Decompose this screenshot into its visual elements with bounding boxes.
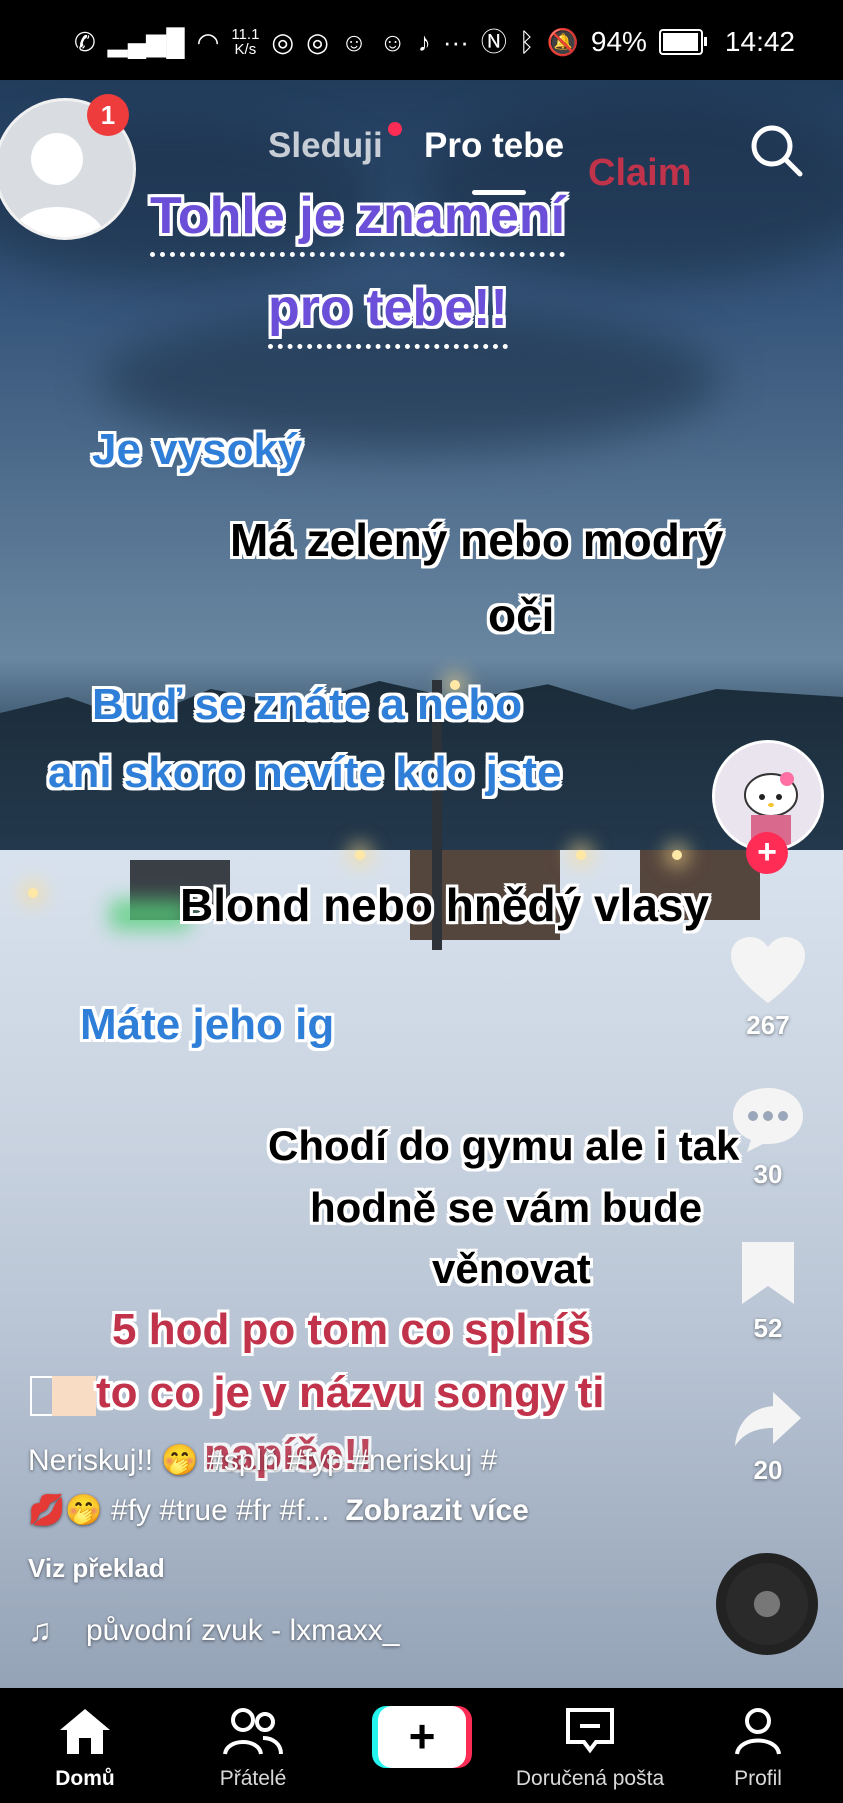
signal-icon: ▂▄▆█ [107, 27, 185, 57]
nav-profile-label: Profil [734, 1767, 782, 1790]
like-count: 267 [746, 1010, 790, 1040]
lamp [672, 850, 682, 860]
snapchat-icon: ☺ [340, 27, 368, 57]
plus-icon: + [378, 1706, 466, 1768]
overlay-line-eyes: Má zelený nebo modrý [230, 514, 724, 566]
overlay-line-song: to co je v názvu songy ti [96, 1368, 605, 1417]
overlay-line-know-2: ani skoro nevíte kdo jste [48, 748, 562, 797]
nav-home-label: Domů [55, 1767, 115, 1790]
video-caption[interactable]: Neriskuj!! 🤭 #splň #fyp #neriskuj # 💋🤭 #… [28, 1436, 648, 1536]
share-button[interactable]: 20 [722, 1388, 814, 1486]
lamp [28, 888, 38, 898]
share-count: 20 [753, 1455, 783, 1485]
net-speed-unit: K/s [234, 41, 257, 58]
clock: 14:42 [724, 26, 795, 57]
overlay-title-line1: Tohle je znamení [150, 186, 566, 257]
overlay-line-tall: Je vysoký [92, 425, 303, 474]
more-notifications-icon: ··· [442, 27, 469, 57]
save-count: 52 [753, 1313, 783, 1343]
bluetooth-icon: ᛒ [518, 27, 535, 57]
nav-home[interactable]: Domů [0, 1706, 170, 1791]
home-icon [60, 1709, 110, 1754]
comment-icon [733, 1088, 803, 1152]
follow-button[interactable]: + [746, 832, 788, 874]
overlay-line-hours: 5 hod po tom co splníš [112, 1305, 592, 1354]
overlay-line-know: Buď se znáte a nebo [92, 680, 523, 729]
nfc-icon: Ⓝ [480, 27, 507, 57]
emoji-placeholder-icon [30, 1376, 54, 1416]
sound-label: původní zvuk - lxmaxx_ [86, 1613, 400, 1647]
translate-link[interactable]: Viz překlad [28, 1553, 165, 1584]
nav-friends[interactable]: Přátelé [168, 1706, 338, 1791]
caption-line2-text: 💋🤭 #fy #true #fr #f... [28, 1494, 330, 1527]
overlay-title-line2: pro tebe!! [268, 278, 508, 349]
following-dot [388, 122, 402, 136]
status-bar: ✆ ▂▄▆█ ◠ 11.1 K/s ◎ ◎ ☺ ☺ ♪ ··· Ⓝ ᛒ 🔕 94… [0, 0, 843, 80]
music-disc[interactable] [716, 1553, 818, 1655]
nav-friends-label: Přátelé [219, 1767, 287, 1790]
comment-count: 30 [753, 1159, 783, 1189]
battery-icon [658, 29, 707, 55]
status-icons: ✆ ▂▄▆█ ◠ 11.1 K/s ◎ ◎ ☺ ☺ ♪ ··· Ⓝ ᛒ 🔕 94… [74, 22, 795, 62]
nav-inbox[interactable]: Doručená pošta [505, 1706, 675, 1791]
green-light [110, 900, 190, 930]
snapchat-icon-2: ☺ [379, 27, 406, 57]
create-button[interactable]: + [372, 1706, 472, 1768]
overlay-line-gym-2: hodně se vám bude [310, 1184, 703, 1231]
search-icon[interactable] [748, 122, 804, 178]
overlay-line-hair: Blond nebo hnědý vlasy [180, 879, 710, 931]
tab-following[interactable]: Sleduji [268, 126, 383, 166]
share-arrow-icon [735, 1392, 801, 1446]
tiktok-icon: ♪ [417, 27, 431, 57]
show-more-link[interactable]: Zobrazit více [345, 1494, 528, 1527]
caption-line1: Neriskuj!! 🤭 #splň #fyp #neriskuj # [28, 1444, 498, 1477]
sound-row[interactable]: ♫ původní zvuk - lxmaxx_ [28, 1612, 399, 1649]
lamp [576, 850, 586, 860]
bookmark-icon [742, 1242, 794, 1304]
nav-profile[interactable]: Profil [673, 1706, 843, 1791]
notification-badge: 1 [87, 94, 129, 136]
messenger-icon: ◎ [271, 27, 295, 57]
bottom-navigation: Domů Přátelé + Doručená pošta Profil [0, 1688, 843, 1803]
overlay-line-gym-3: věnovat [432, 1245, 591, 1292]
emoji-hand-icon [52, 1376, 96, 1416]
inbox-icon [566, 1708, 614, 1754]
music-note-icon: ♫ [28, 1612, 52, 1648]
mute-icon: 🔕 [546, 27, 579, 57]
caption-line2: 💋🤭 #fy #true #fr #f... Zobrazit více [28, 1486, 648, 1536]
messenger-icon-2: ◎ [306, 27, 329, 57]
claim-label: Claim [588, 152, 692, 194]
wifi-icon: ◠ [196, 27, 220, 57]
comment-button[interactable]: 30 [722, 1084, 814, 1190]
battery-percent: 94% [590, 26, 647, 57]
tab-for-you[interactable]: Pro tebe [424, 126, 564, 166]
save-button[interactable]: 52 [722, 1238, 814, 1344]
heart-icon [731, 937, 805, 1003]
active-tab-indicator [472, 190, 526, 195]
nav-inbox-label: Doručená pošta [515, 1767, 665, 1790]
overlay-line-eyes-2: oči [488, 589, 555, 641]
overlay-line-gym: Chodí do gymu ale i tak [268, 1122, 740, 1169]
wifi-call-icon: ✆ [74, 27, 96, 57]
net-speed: 11.1 K/s [231, 27, 259, 57]
profile-icon [735, 1708, 781, 1755]
friends-icon [223, 1708, 283, 1755]
overlay-line-ig: Máte jeho ig [80, 1000, 335, 1049]
like-button[interactable]: 267 [722, 935, 814, 1041]
lamp [355, 850, 365, 860]
